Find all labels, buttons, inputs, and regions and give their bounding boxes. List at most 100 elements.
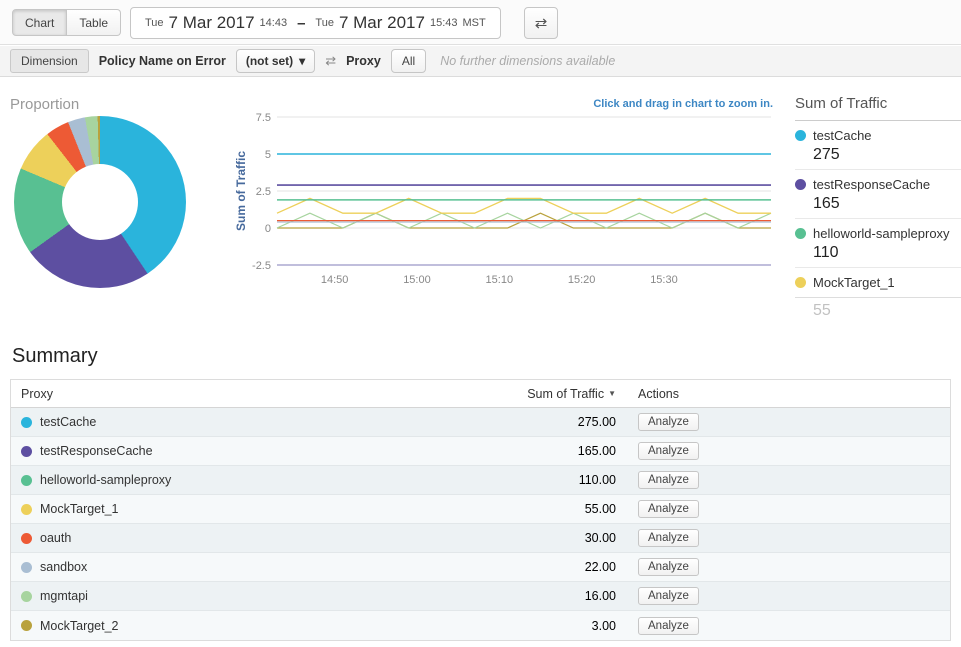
legend-item[interactable]: MockTarget_1 55 xyxy=(795,268,961,325)
y-tick-label: -2.5 xyxy=(252,260,271,272)
timezone-label: MST xyxy=(463,17,486,29)
legend-series-value: 55 xyxy=(813,302,961,320)
actions-cell: Analyze xyxy=(626,558,950,576)
top-toolbar: Chart Table Tue 7 Mar 2017 14:43 – Tue 7… xyxy=(0,0,961,45)
actions-cell: Analyze xyxy=(626,413,950,431)
table-view-button[interactable]: Table xyxy=(67,9,121,36)
proxy-color-dot xyxy=(21,504,32,515)
analyze-button[interactable]: Analyze xyxy=(638,529,699,547)
swap-icon: ⇄ xyxy=(325,53,336,69)
date-separator: – xyxy=(297,15,305,32)
legend-swatch xyxy=(795,179,806,190)
legend-items: testCache275 testResponseCache 165 hellowor… xyxy=(795,121,961,325)
chevron-down-icon: ▾ xyxy=(299,54,305,68)
x-tick-label: 14:50 xyxy=(321,274,349,286)
view-toggle: Chart Table xyxy=(12,9,121,36)
proxy-cell: mgmtapi xyxy=(11,589,371,603)
legend-series-value: 110 xyxy=(813,244,961,262)
x-tick-label: 15:00 xyxy=(403,274,431,286)
legend-swatch xyxy=(795,277,806,288)
legend-item-head: testCache xyxy=(795,128,961,143)
legend-series-value: 165 xyxy=(813,195,961,213)
legend-series-name: testCache xyxy=(813,128,872,143)
proxy-filter-button[interactable]: All xyxy=(391,49,426,73)
table-row: MockTarget_2 3.00 Analyze xyxy=(11,611,950,640)
dimension-chip: Dimension xyxy=(10,49,89,73)
traffic-value: 110.00 xyxy=(371,473,626,487)
actions-cell: Analyze xyxy=(626,617,950,635)
proxy-dimension-label: Proxy xyxy=(346,54,381,68)
proxy-name: MockTarget_1 xyxy=(40,502,119,516)
dimension-selected-value: (not set) xyxy=(246,54,293,68)
proxy-cell: testCache xyxy=(11,415,371,429)
traffic-value: 22.00 xyxy=(371,560,626,574)
proxy-color-dot xyxy=(21,475,32,486)
table-row: testCache 275.00 Analyze xyxy=(11,408,950,437)
proxy-color-dot xyxy=(21,591,32,602)
proxy-color-dot xyxy=(21,533,32,544)
table-row: sandbox 22.00 Analyze xyxy=(11,553,950,582)
actions-cell: Analyze xyxy=(626,471,950,489)
legend-series-name: helloworld-sampleproxy xyxy=(813,226,950,241)
legend-item-head: testResponseCache xyxy=(795,177,961,192)
y-tick-label: 0 xyxy=(265,223,271,235)
proxy-name: testCache xyxy=(40,415,96,429)
actions-cell: Analyze xyxy=(626,587,950,605)
summary-table: Proxy Sum of Traffic ▼ Actions testCache… xyxy=(10,379,951,641)
refresh-button[interactable]: ⇄ xyxy=(524,7,558,39)
summary-title: Summary xyxy=(12,345,98,368)
dimension-bar: Dimension Policy Name on Error (not set)… xyxy=(0,46,961,77)
proportion-donut-chart[interactable] xyxy=(14,116,186,288)
analyze-button[interactable]: Analyze xyxy=(638,587,699,605)
x-tick-label: 15:30 xyxy=(650,274,678,286)
traffic-value: 55.00 xyxy=(371,502,626,516)
analyze-button[interactable]: Analyze xyxy=(638,500,699,518)
traffic-value: 275.00 xyxy=(371,415,626,429)
dimension-value-dropdown[interactable]: (not set) ▾ xyxy=(236,49,315,73)
x-tick-label: 15:20 xyxy=(568,274,596,286)
analyze-button[interactable]: Analyze xyxy=(638,471,699,489)
proxy-cell: MockTarget_1 xyxy=(11,502,371,516)
sort-desc-icon: ▼ xyxy=(608,389,616,398)
refresh-icon: ⇄ xyxy=(535,14,548,32)
actions-cell: Analyze xyxy=(626,442,950,460)
legend-swatch xyxy=(795,228,806,239)
proxy-color-dot xyxy=(21,620,32,631)
legend-title: Sum of Traffic xyxy=(795,95,961,121)
y-axis-label: Sum of Traffic xyxy=(234,151,248,231)
y-tick-label: 7.5 xyxy=(256,112,271,124)
col-header-traffic[interactable]: Sum of Traffic ▼ xyxy=(371,387,626,401)
legend-item[interactable]: helloworld-sampleproxy 110 xyxy=(795,219,961,268)
analyze-button[interactable]: Analyze xyxy=(638,558,699,576)
y-tick-label: 2.5 xyxy=(256,186,271,198)
analyze-button[interactable]: Analyze xyxy=(638,617,699,635)
traffic-line-chart[interactable]: 7.552.50-2.514:5015:0015:1015:2015:30Sum… xyxy=(233,107,781,293)
chart-view-button[interactable]: Chart xyxy=(12,9,67,36)
start-time: 14:43 xyxy=(260,17,288,29)
start-date: 7 Mar 2017 xyxy=(169,13,255,33)
dimension-name: Policy Name on Error xyxy=(99,54,226,68)
proxy-color-dot xyxy=(21,562,32,573)
proxy-name: sandbox xyxy=(40,560,87,574)
analyze-button[interactable]: Analyze xyxy=(638,442,699,460)
donut-hole xyxy=(62,164,138,240)
date-range-picker[interactable]: Tue 7 Mar 2017 14:43 – Tue 7 Mar 2017 15… xyxy=(130,7,501,39)
end-time: 15:43 xyxy=(430,17,458,29)
legend-item[interactable]: testResponseCache 165 xyxy=(795,170,961,219)
chart-section: Proportion Click and drag in chart to zo… xyxy=(0,77,961,335)
actions-cell: Analyze xyxy=(626,500,950,518)
table-header-row: Proxy Sum of Traffic ▼ Actions xyxy=(11,380,950,408)
legend-swatch xyxy=(795,130,806,141)
traffic-header-label: Sum of Traffic xyxy=(527,387,604,401)
table-row: testResponseCache165.00Analyze xyxy=(11,437,950,466)
traffic-value: 3.00 xyxy=(371,619,626,633)
analyze-button[interactable]: Analyze xyxy=(638,413,699,431)
traffic-value: 165.00 xyxy=(371,444,626,458)
legend-item[interactable]: testCache275 xyxy=(795,121,961,170)
actions-cell: Analyze xyxy=(626,529,950,547)
col-header-proxy: Proxy xyxy=(11,387,371,401)
no-dimensions-note: No further dimensions available xyxy=(440,54,615,68)
legend-item-head: MockTarget_1 xyxy=(795,275,961,298)
table-row: mgmtapi16.00Analyze xyxy=(11,582,950,611)
proxy-name: MockTarget_2 xyxy=(40,619,119,633)
